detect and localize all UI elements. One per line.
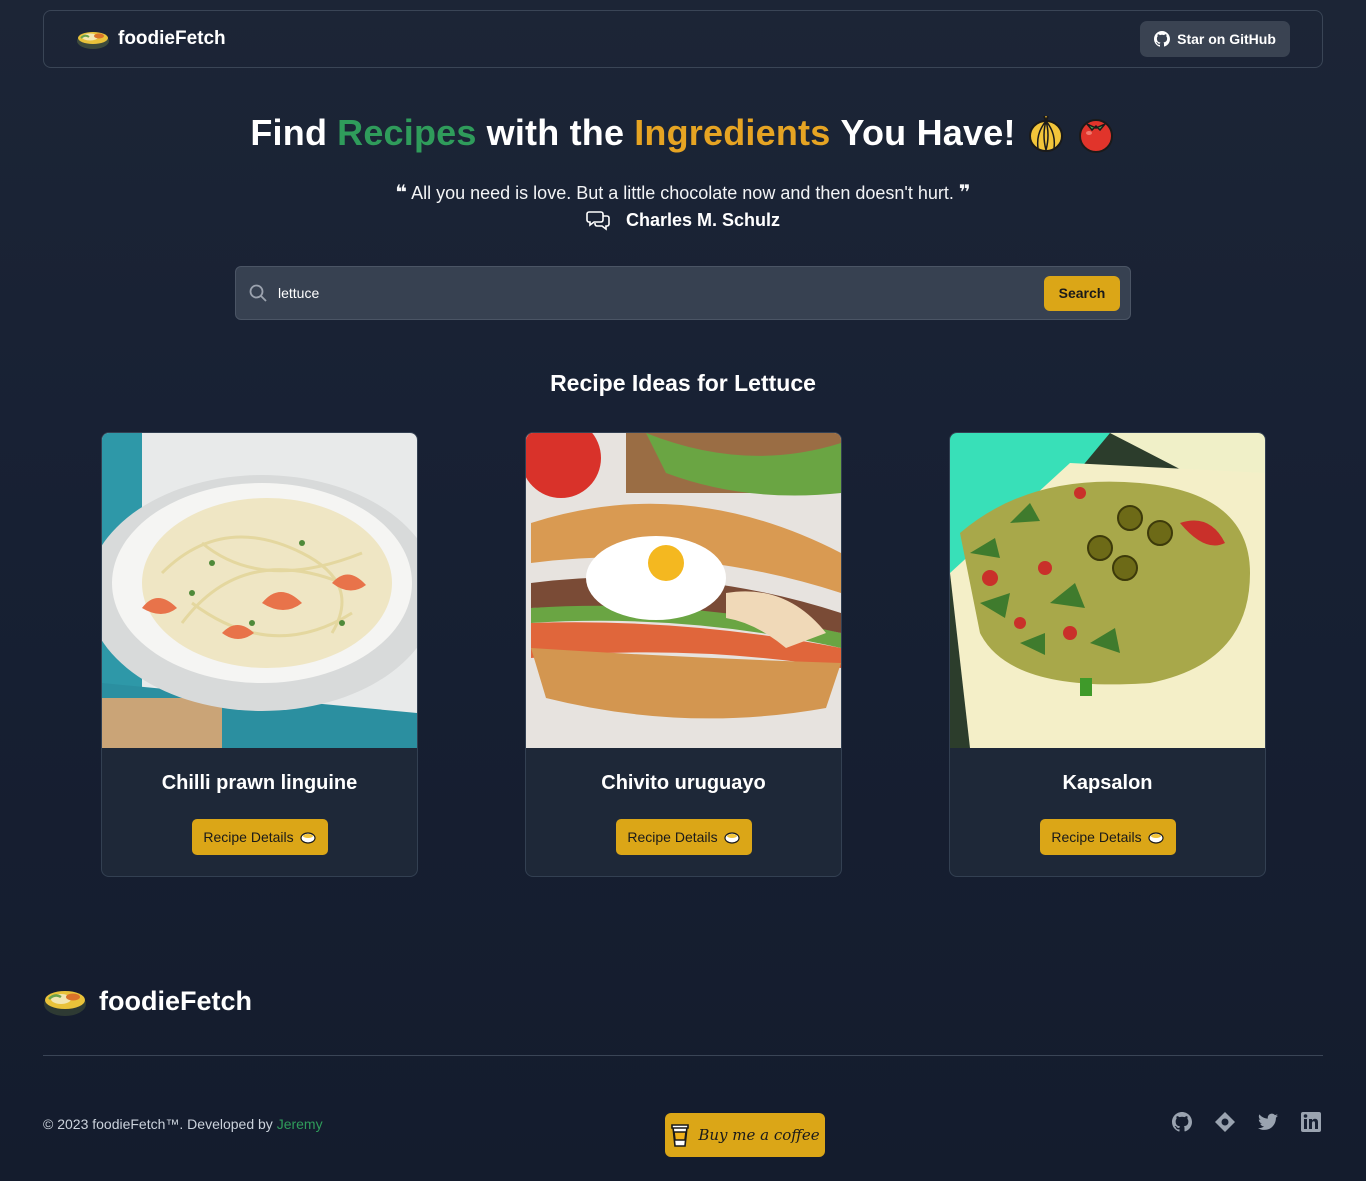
title-highlight-recipes: Recipes xyxy=(337,112,477,153)
search-icon xyxy=(248,283,268,303)
recipe-card: Chivito uruguayo Recipe Details xyxy=(525,432,842,877)
title-text: Find xyxy=(250,112,328,153)
footer-divider xyxy=(43,1055,1323,1056)
chat-bubbles-icon xyxy=(586,208,612,232)
title-text: You Have! xyxy=(840,112,1016,153)
github-icon[interactable] xyxy=(1172,1111,1192,1133)
recipe-card: Chilli prawn linguine Recipe Details xyxy=(101,432,418,877)
recipe-details-button[interactable]: Recipe Details xyxy=(615,819,752,855)
recipe-details-label: Recipe Details xyxy=(627,829,718,845)
copyright: © 2023 foodieFetch™. Developed by Jeremy xyxy=(43,1116,323,1132)
bowl-icon xyxy=(1148,830,1164,844)
buy-me-a-coffee-button[interactable]: Buy me a coffee xyxy=(665,1113,825,1157)
twitter-icon[interactable] xyxy=(1258,1111,1278,1133)
quote-author: Charles M. Schulz xyxy=(0,208,1366,232)
recipe-details-label: Recipe Details xyxy=(203,829,294,845)
quote-text: All you need is love. But a little choco… xyxy=(411,183,954,203)
recipe-card: Kapsalon Recipe Details xyxy=(949,432,1266,877)
search-bar: Search xyxy=(235,266,1131,320)
tomato-icon xyxy=(1076,113,1116,153)
coffee-button-label: Buy me a coffee xyxy=(698,1126,820,1144)
recipe-details-label: Recipe Details xyxy=(1051,829,1142,845)
search-button[interactable]: Search xyxy=(1044,275,1120,311)
hero: Find Recipes with the Ingredients You Ha… xyxy=(0,112,1366,154)
bowl-icon xyxy=(43,985,87,1017)
title-text: with the xyxy=(486,112,625,153)
github-button-label: Star on GitHub xyxy=(1177,31,1276,47)
recipe-image-chilli-prawn-linguine[interactable] xyxy=(102,433,417,748)
navbar: foodieFetch Star on GitHub xyxy=(43,10,1323,68)
quote: ❝ All you need is love. But a little cho… xyxy=(0,180,1366,205)
star-on-github-button[interactable]: Star on GitHub xyxy=(1140,21,1290,57)
social-links xyxy=(1172,1111,1321,1133)
brand-logo[interactable]: foodieFetch xyxy=(76,28,226,50)
quote-open-mark: ❝ xyxy=(395,182,408,204)
title-highlight-ingredients: Ingredients xyxy=(634,112,831,153)
recipe-title: Chilli prawn linguine xyxy=(161,772,358,794)
footer-brand[interactable]: foodieFetch xyxy=(43,985,252,1017)
linkedin-icon[interactable] xyxy=(1301,1111,1321,1133)
github-icon xyxy=(1154,31,1171,47)
recipe-title: Kapsalon xyxy=(1062,772,1153,794)
bowl-icon xyxy=(724,830,740,844)
results-title: Recipe Ideas for Lettuce xyxy=(550,370,816,396)
onion-icon xyxy=(1026,113,1066,153)
website-icon[interactable] xyxy=(1215,1111,1235,1133)
recipe-details-button[interactable]: Recipe Details xyxy=(1039,819,1176,855)
coffee-cup-icon xyxy=(670,1122,690,1148)
recipe-image-kapsalon[interactable] xyxy=(950,433,1265,748)
page-title: Find Recipes with the Ingredients You Ha… xyxy=(250,112,1115,154)
brand-name: foodieFetch xyxy=(118,28,226,49)
author-name: Charles M. Schulz xyxy=(625,209,781,230)
copyright-text: © 2023 foodieFetch™. Developed by xyxy=(43,1116,273,1132)
quote-close-mark: ❞ xyxy=(958,182,971,204)
recipe-image-chivito-uruguayo[interactable] xyxy=(526,433,841,748)
footer-brand-name: foodieFetch xyxy=(99,985,252,1016)
search-input[interactable] xyxy=(278,285,1044,301)
recipe-title: Chivito uruguayo xyxy=(601,772,766,794)
developer-link[interactable]: Jeremy xyxy=(277,1116,323,1132)
bowl-icon xyxy=(76,28,110,50)
recipe-details-button[interactable]: Recipe Details xyxy=(191,819,328,855)
bowl-icon xyxy=(300,830,316,844)
